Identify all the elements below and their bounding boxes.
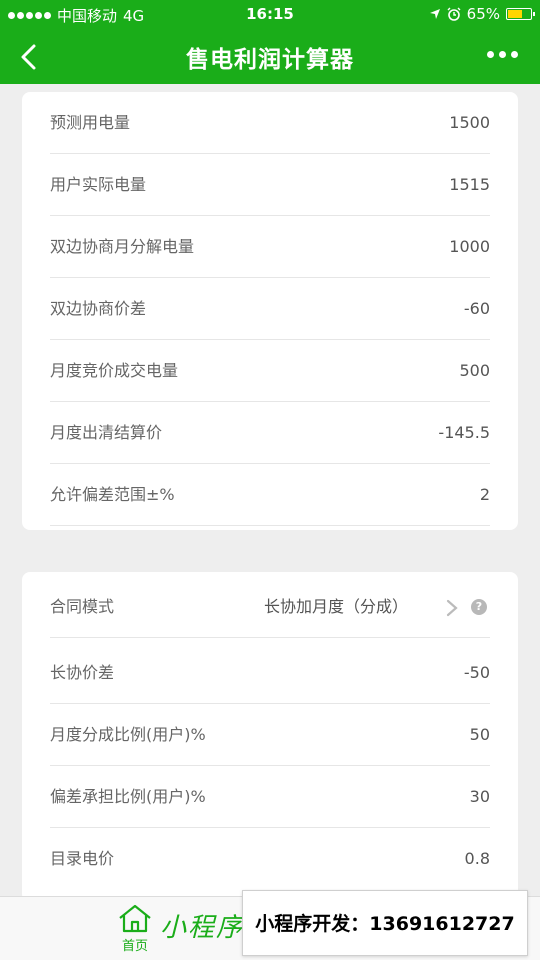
field-value[interactable]: 1515 (449, 154, 490, 216)
ad-overlay: 小程序开发：13691612727 (242, 890, 528, 956)
field-row-contract-mode[interactable]: 合同模式 长协加月度（分成） ? (50, 576, 490, 638)
field-value[interactable]: 30 (470, 766, 490, 828)
field-row-catalog-price[interactable]: 目录电价 0.8 (50, 828, 490, 890)
field-value[interactable]: 2 (480, 464, 490, 526)
field-value[interactable]: -145.5 (438, 402, 490, 464)
status-right: 65% (429, 5, 535, 23)
field-label: 双边协商价差 (50, 299, 147, 318)
field-label: 长协价差 (50, 663, 115, 682)
field-label: 预测用电量 (50, 113, 131, 132)
field-label: 偏差承担比例(用户)% (50, 787, 206, 806)
nav-bar: 售电利润计算器 (0, 30, 540, 84)
tab-home-label: 首页 (121, 939, 148, 954)
field-row-clearing-price[interactable]: 月度出清结算价 -145.5 (50, 402, 490, 464)
field-value[interactable]: -60 (464, 278, 490, 340)
battery-icon (506, 8, 535, 20)
help-icon[interactable]: ? (471, 599, 487, 615)
field-row-actual-usage[interactable]: 用户实际电量 1515 (50, 154, 490, 216)
chevron-right-icon[interactable] (446, 599, 458, 617)
field-value[interactable]: 500 (459, 340, 490, 402)
field-value[interactable]: 1000 (449, 216, 490, 278)
field-label: 月度竞价成交电量 (50, 361, 179, 380)
ad-text: 小程序开发：13691612727 (255, 913, 515, 935)
field-label: 合同模式 (50, 597, 115, 616)
field-label: 目录电价 (50, 849, 115, 868)
watermark-text: 小程序 (160, 913, 245, 943)
location-arrow-icon (429, 9, 440, 19)
home-icon (119, 904, 151, 933)
field-row-deviation-share-ratio[interactable]: 偏差承担比例(用户)% 30 (50, 766, 490, 828)
field-label: 月度分成比例(用户)% (50, 725, 206, 744)
status-bar: 中国移动 4G 16:15 65% (0, 0, 540, 30)
field-value[interactable]: 1500 (449, 92, 490, 154)
field-label: 用户实际电量 (50, 175, 147, 194)
field-label: 月度出清结算价 (50, 423, 163, 442)
field-row-monthly-share-ratio[interactable]: 月度分成比例(用户)% 50 (50, 704, 490, 766)
input-card-primary: 预测用电量 1500 用户实际电量 1515 双边协商月分解电量 1000 双边… (22, 92, 518, 530)
field-row-bilateral-volume[interactable]: 双边协商月分解电量 1000 (50, 216, 490, 278)
field-value[interactable]: -50 (464, 642, 490, 704)
field-row-bid-volume[interactable]: 月度竞价成交电量 500 (50, 340, 490, 402)
field-label: 允许偏差范围±% (50, 485, 175, 504)
battery-percent: 65% (466, 5, 500, 23)
field-row-long-term-spread[interactable]: 长协价差 -50 (50, 642, 490, 704)
more-menu-icon[interactable] (487, 51, 518, 58)
field-value[interactable]: 0.8 (465, 828, 490, 890)
contract-mode-select[interactable]: 长协加月度（分成） (264, 576, 408, 638)
field-row-bilateral-spread[interactable]: 双边协商价差 -60 (50, 278, 490, 340)
field-value[interactable]: 50 (470, 704, 490, 766)
field-label: 双边协商月分解电量 (50, 237, 195, 256)
input-card-contract: 合同模式 长协加月度（分成） ? 长协价差 -50 月度分成比例(用户)% 50… (22, 572, 518, 902)
battery-fill (508, 10, 522, 18)
field-row-forecast-usage[interactable]: 预测用电量 1500 (50, 92, 490, 154)
page-title: 售电利润计算器 (186, 47, 354, 73)
tab-home[interactable]: 首页 (112, 903, 158, 954)
alarm-clock-icon (447, 7, 461, 21)
field-row-deviation-range[interactable]: 允许偏差范围±% 2 (50, 464, 490, 526)
